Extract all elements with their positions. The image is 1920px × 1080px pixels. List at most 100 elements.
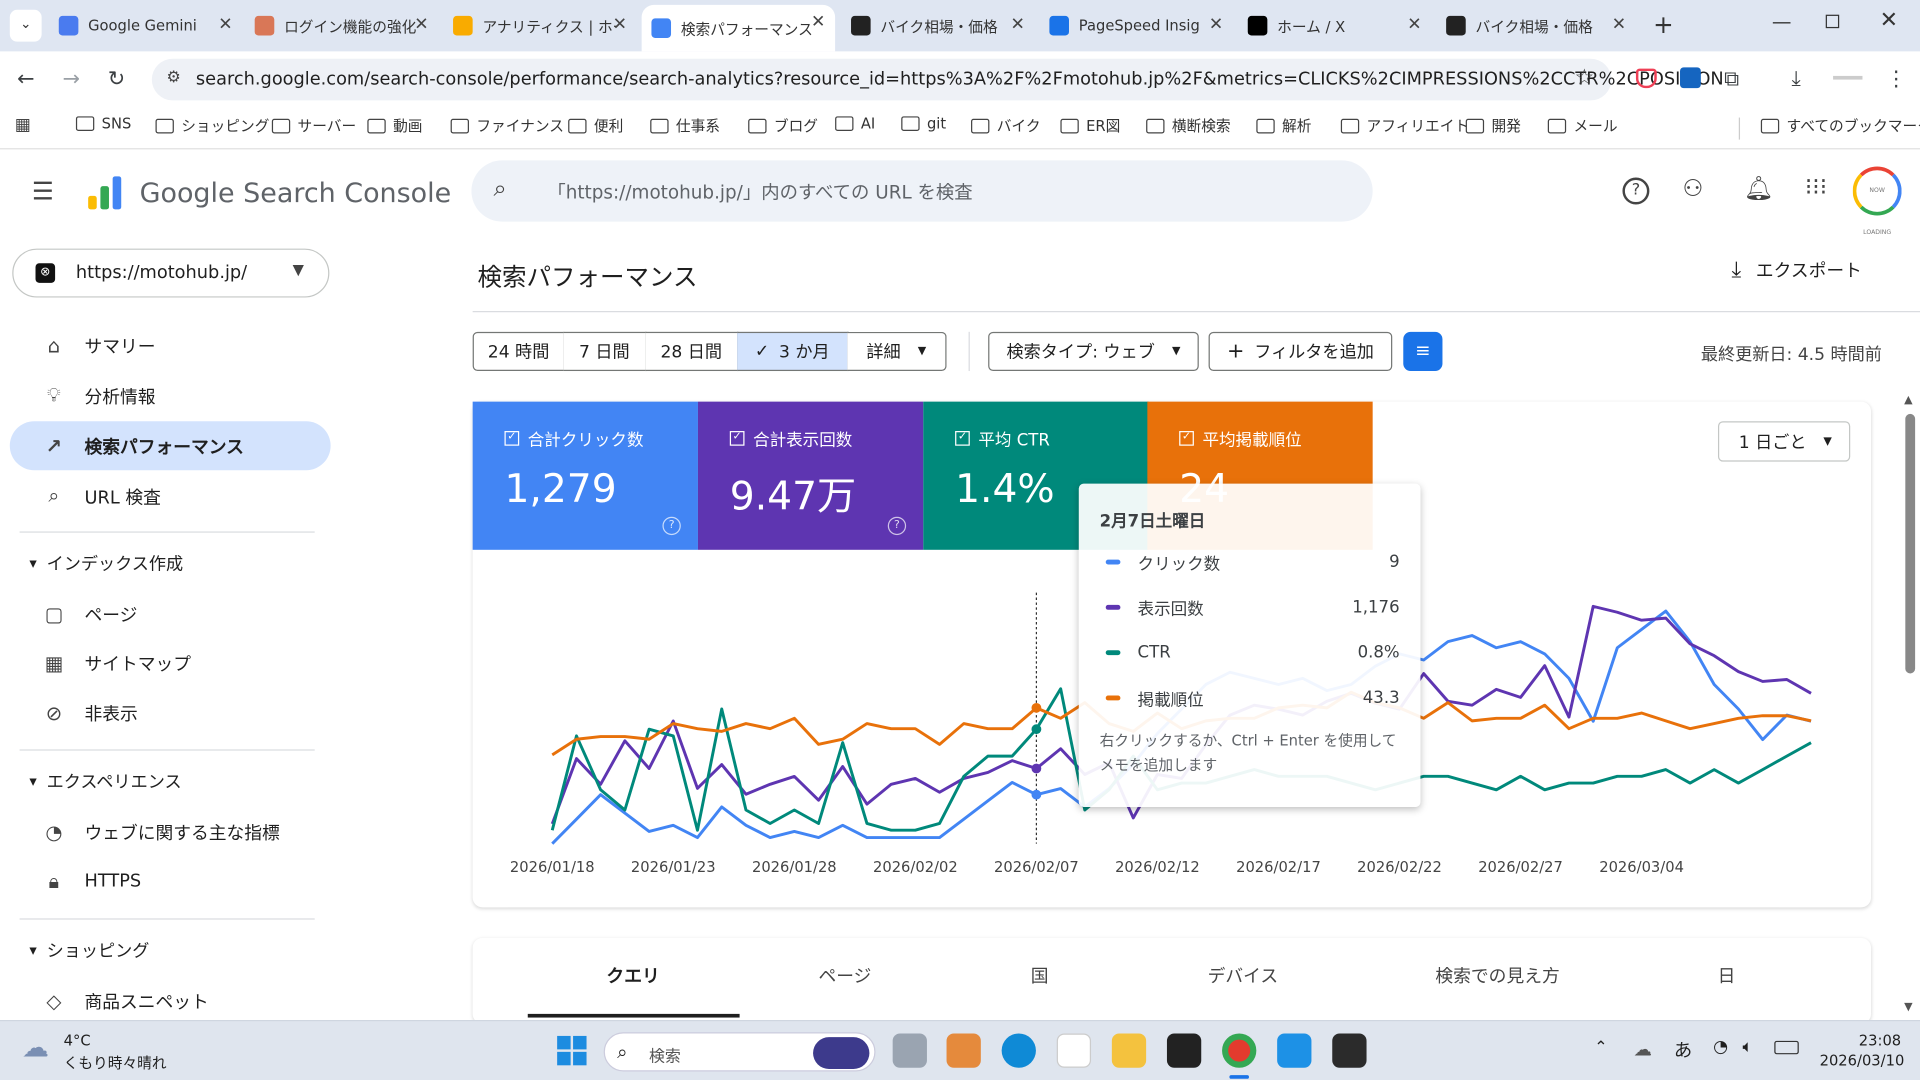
bookmark-folder[interactable]: ファイナンス bbox=[450, 115, 564, 136]
date-range-pill[interactable]: 7 日間 bbox=[563, 331, 647, 372]
checkbox-checked-icon[interactable]: ✓ bbox=[1179, 431, 1194, 446]
bookmark-folder[interactable]: git bbox=[901, 115, 946, 132]
bookmark-folder[interactable]: メール bbox=[1547, 115, 1618, 136]
clock-date[interactable]: 2026/03/10 bbox=[1820, 1052, 1905, 1069]
help-circle-icon[interactable]: ? bbox=[887, 516, 907, 536]
copilot-icon[interactable] bbox=[946, 1033, 981, 1068]
bookmark-folder[interactable]: ショッピング bbox=[155, 115, 269, 136]
nav-item[interactable]: ▢ ページ bbox=[10, 589, 331, 638]
terminal-icon[interactable] bbox=[1332, 1033, 1367, 1068]
ms-store-icon[interactable] bbox=[1056, 1033, 1092, 1068]
bookmark-folder[interactable]: AI bbox=[835, 115, 875, 132]
browser-tab[interactable]: ログイン機能の強化 ✕ bbox=[245, 7, 438, 44]
apps-grid-icon[interactable]: ▦ bbox=[15, 115, 31, 135]
volume-icon[interactable]: 🔈︎ bbox=[1742, 1037, 1752, 1057]
close-tab-icon[interactable]: ✕ bbox=[1011, 15, 1025, 35]
weather-temp[interactable]: 4°C bbox=[64, 1032, 91, 1049]
close-tab-icon[interactable]: ✕ bbox=[613, 15, 627, 35]
browser-tab[interactable]: PageSpeed Insig ✕ bbox=[1040, 7, 1233, 44]
google-apps-icon[interactable]: ⁝⁝⁝ bbox=[1805, 174, 1827, 201]
restore-window-button[interactable] bbox=[1825, 14, 1840, 29]
date-range-pill[interactable]: 28 日間 bbox=[645, 331, 739, 372]
weather-icon[interactable]: ☁ bbox=[22, 1033, 49, 1064]
checkbox-checked-icon[interactable]: ✓ bbox=[729, 431, 745, 446]
site-info-icon[interactable]: ⚙ bbox=[167, 69, 181, 87]
help-icon[interactable]: ? bbox=[1622, 177, 1650, 205]
scroll-down-icon[interactable]: ▼ bbox=[1904, 1002, 1912, 1014]
scroll-up-icon[interactable]: ▲ bbox=[1904, 394, 1912, 406]
bookmark-folder[interactable]: サーバー bbox=[271, 115, 356, 136]
chrome-icon[interactable] bbox=[1222, 1033, 1257, 1068]
profile-chip[interactable] bbox=[1833, 75, 1863, 80]
weather-desc[interactable]: くもり時々晴れ bbox=[64, 1052, 167, 1073]
manage-users-icon[interactable]: ⚇ bbox=[1682, 175, 1703, 202]
battery-icon[interactable] bbox=[1774, 1040, 1799, 1055]
extensions-puzzle-icon[interactable]: ⧉ bbox=[1724, 67, 1739, 91]
address-bar[interactable]: ⚙ search.google.com/search-console/perfo… bbox=[151, 58, 1724, 101]
ime-indicator[interactable]: あ bbox=[1674, 1037, 1692, 1063]
bookmark-folder[interactable]: 横断検索 bbox=[1146, 115, 1231, 136]
bookmark-folder[interactable]: アフィリエイト bbox=[1340, 115, 1469, 136]
date-range-pill[interactable]: 詳細 ▼ bbox=[847, 331, 947, 372]
bookmark-folder[interactable]: ブログ bbox=[748, 115, 818, 136]
nav-section-header[interactable]: ▾ ショッピング bbox=[29, 938, 149, 962]
notifications-bell-icon[interactable]: 🔔︎ bbox=[1744, 174, 1774, 202]
dimension-tab[interactable]: 検索での見え方 bbox=[1435, 962, 1559, 988]
browser-tab[interactable]: 検索パフォーマンス ✕ bbox=[641, 4, 836, 52]
close-window-button[interactable]: ✕ bbox=[1880, 7, 1898, 33]
dimension-tab[interactable]: デバイス bbox=[1208, 962, 1279, 988]
scroll-thumb[interactable] bbox=[1905, 413, 1916, 674]
all-bookmarks-folder[interactable]: すべてのブックマーク bbox=[1760, 115, 1920, 136]
bookmark-folder[interactable]: 開発 bbox=[1465, 115, 1521, 136]
nav-item[interactable]: ⌂ サマリー bbox=[10, 321, 331, 370]
browser-tab[interactable]: バイク相場・価格 ✕ bbox=[841, 7, 1034, 44]
clock-time[interactable]: 23:08 bbox=[1859, 1032, 1901, 1049]
add-filter-button[interactable]: + フィルタを追加 bbox=[1208, 331, 1393, 372]
nav-item[interactable]: ◇ 商品スニペット bbox=[10, 976, 331, 1025]
bookmark-folder[interactable]: ER図 bbox=[1060, 115, 1120, 136]
taskbar-search-box[interactable]: ⌕ 検索 bbox=[603, 1032, 876, 1072]
checkbox-checked-icon[interactable]: ✓ bbox=[955, 431, 970, 446]
app-cube-icon[interactable] bbox=[1166, 1033, 1202, 1068]
tray-chevron-icon[interactable]: ⌃ bbox=[1594, 1038, 1607, 1056]
close-tab-icon[interactable]: ✕ bbox=[1209, 15, 1223, 35]
dimension-tab[interactable]: 国 bbox=[1031, 962, 1049, 988]
pocket-extension-icon[interactable] bbox=[1635, 68, 1657, 89]
close-tab-icon[interactable]: ✕ bbox=[1612, 15, 1626, 35]
nav-item[interactable]: ▦ サイトマップ bbox=[10, 638, 331, 687]
bookmark-folder[interactable]: 仕事系 bbox=[650, 115, 720, 136]
url-inspect-search[interactable]: ⌕ 「https://motohub.jp/」内のすべての URL を検査 bbox=[471, 160, 1373, 222]
browser-tab[interactable]: Google Gemini ✕ bbox=[49, 7, 242, 44]
tab-search-button[interactable]: ⌄ bbox=[9, 9, 42, 42]
nav-section-header[interactable]: ▾ インデックス作成 bbox=[29, 551, 183, 575]
account-avatar[interactable]: NOW LOADING bbox=[1852, 166, 1902, 236]
checkbox-checked-icon[interactable]: ✓ bbox=[504, 431, 520, 446]
nav-item[interactable]: ⌕ URL 検査 bbox=[10, 471, 331, 520]
download-icon[interactable]: ⤓ bbox=[1791, 67, 1800, 91]
forward-icon[interactable]: → bbox=[62, 67, 79, 91]
close-tab-icon[interactable]: ✕ bbox=[218, 15, 232, 35]
nav-item[interactable]: ↗ 検索パフォーマンス bbox=[9, 421, 331, 471]
dimension-tab[interactable]: ページ bbox=[818, 962, 871, 988]
bookmark-folder[interactable]: バイク bbox=[971, 115, 1041, 136]
bookmark-folder[interactable]: 動画 bbox=[367, 115, 422, 136]
metric-card[interactable]: ✓ 合計クリック数 1,279? bbox=[472, 401, 698, 550]
compare-filter-icon[interactable]: ≡ bbox=[1403, 331, 1443, 372]
reload-icon[interactable]: ↻ bbox=[108, 67, 125, 91]
metric-card[interactable]: ✓ 合計表示回数 9.47万? bbox=[697, 401, 924, 550]
browser-tab[interactable]: ホーム / X ✕ bbox=[1238, 7, 1431, 44]
date-range-pill[interactable]: ✓ 3 か月 bbox=[737, 331, 849, 372]
bookmark-folder[interactable]: SNS bbox=[75, 115, 131, 132]
file-explorer-icon[interactable] bbox=[1111, 1033, 1147, 1068]
nav-section-header[interactable]: ▾ エクスペリエンス bbox=[29, 769, 181, 793]
extension-blue-icon[interactable] bbox=[1680, 67, 1701, 89]
bookmark-star-icon[interactable]: ☆ bbox=[1575, 65, 1595, 91]
close-tab-icon[interactable]: ✕ bbox=[414, 15, 428, 35]
help-circle-icon[interactable]: ? bbox=[662, 516, 681, 536]
page-scrollbar[interactable]: ▲ ▼ bbox=[1900, 394, 1920, 1018]
main-menu-icon[interactable]: ☰ bbox=[32, 176, 54, 205]
close-tab-icon[interactable]: ✕ bbox=[1407, 15, 1421, 35]
export-button[interactable]: ⤓ エクスポート bbox=[1731, 257, 1861, 283]
task-view-icon[interactable] bbox=[892, 1033, 927, 1068]
windows-start-icon[interactable] bbox=[557, 1035, 587, 1066]
